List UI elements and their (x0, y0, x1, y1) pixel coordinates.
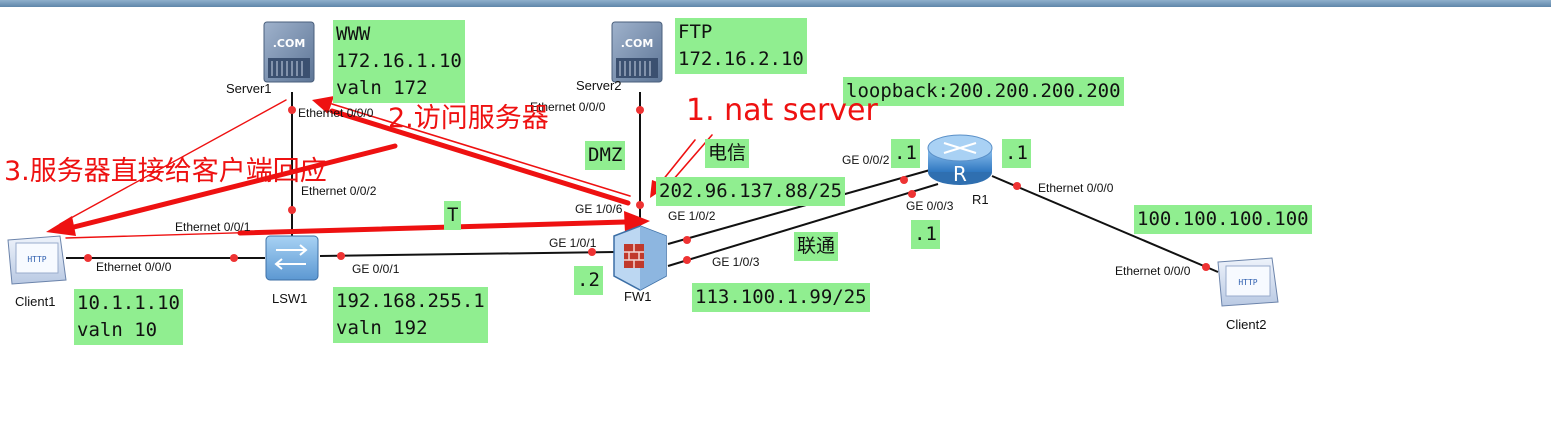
note-dmz: DMZ (585, 141, 626, 170)
client2-http-text: HTTP (1238, 278, 1257, 287)
note-client2-ip: 100.100.100.100 (1134, 205, 1312, 234)
server2-label: Server2 (576, 78, 622, 93)
note-telecom: 电信 (705, 139, 750, 168)
port-server1-e000: Ethernet 0/0/0 (298, 106, 374, 120)
fw1-label: FW1 (624, 289, 652, 304)
note-r1-g003: .1 (911, 220, 940, 249)
router-r-text: R (953, 162, 967, 186)
annotation-step2: 2.访问服务器 (388, 103, 549, 134)
r1-label: R1 (972, 192, 989, 207)
port-r1-e000: Ethernet 0/0/0 (1038, 181, 1114, 195)
port-client2-e000: Ethernet 0/0/0 (1115, 264, 1191, 278)
note-loopback: loopback:200.200.200.200 (843, 77, 1124, 106)
arrow-client-to-fw (65, 211, 650, 239)
port-r1-ge002: GE 0/0/2 (842, 153, 890, 167)
firewall-fw1-icon[interactable] (613, 225, 667, 291)
port-r1-ge003: GE 0/0/3 (906, 199, 954, 213)
client2-label: Client2 (1226, 317, 1267, 332)
server2-com-text: .COM (621, 37, 654, 50)
note-unicom: 联通 (794, 232, 839, 261)
port-client1-e000: Ethernet 0/0/0 (96, 260, 172, 274)
note-lsw1-ip: 192.168.255.1 valn 192 (333, 287, 488, 343)
server1-icon[interactable] (263, 21, 315, 83)
server2-icon[interactable] (611, 21, 663, 83)
port-fw1-ge101: GE 1/0/1 (549, 236, 597, 250)
port-lsw1-ge001: GE 0/0/1 (352, 262, 400, 276)
note-telecom-ip: 202.96.137.88/25 (656, 177, 846, 206)
port-fw1-ge103: GE 1/0/3 (712, 255, 760, 269)
note-ftp-server: FTP 172.16.2.10 (675, 18, 807, 74)
annotation-step1: 1. nat server (686, 93, 878, 128)
port-lsw1-e001: Ethernet 0/0/1 (175, 220, 251, 234)
lsw1-label: LSW1 (272, 291, 308, 306)
note-unicom-ip: 113.100.1.99/25 (692, 283, 870, 312)
annotation-step3: 3.服务器直接给客户端回应 (4, 156, 327, 187)
server1-com-text: .COM (273, 37, 306, 50)
server1-label: Server1 (226, 81, 272, 96)
note-trust: T (444, 201, 462, 230)
switch-lsw1-icon[interactable] (265, 235, 319, 281)
note-www-server: WWW 172.16.1.10 valn 172 (333, 20, 465, 103)
port-fw1-ge106: GE 1/0/6 (575, 202, 623, 216)
port-fw1-ge102: GE 1/0/2 (668, 209, 716, 223)
link-lsw1-fw1 (319, 251, 616, 257)
client1-label: Client1 (15, 294, 56, 309)
client1-http-text: HTTP (27, 255, 46, 264)
note-client1-ip: 10.1.1.10 valn 10 (74, 289, 183, 345)
note-r1-top: .1 (1002, 139, 1031, 168)
note-fw-g101: .2 (574, 266, 603, 295)
note-r1-g002: .1 (891, 139, 920, 168)
